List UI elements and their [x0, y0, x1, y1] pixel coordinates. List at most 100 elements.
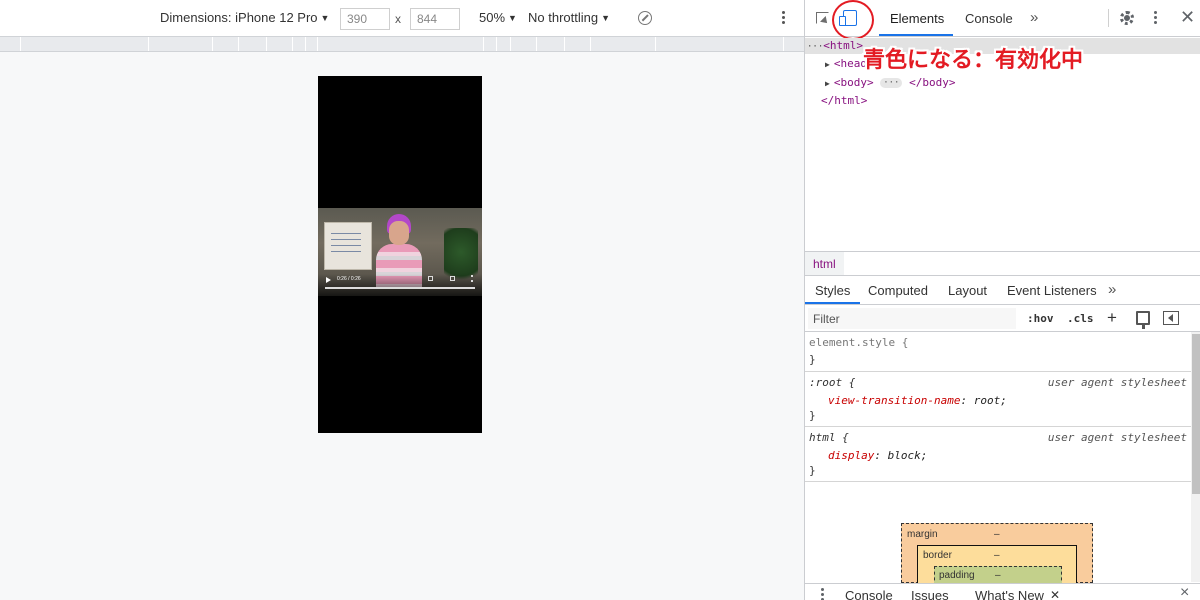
dimensions-label: Dimensions: iPhone 12 Pro — [160, 10, 318, 25]
rule-close-brace: } — [809, 464, 816, 477]
fullscreen-icon[interactable] — [450, 276, 455, 281]
rule-source: user agent stylesheet — [1047, 376, 1187, 389]
throttling-label: No throttling — [528, 10, 599, 25]
tab-layout[interactable]: Layout — [948, 283, 987, 298]
browser-window: Dimensions: iPhone 12 Pro ▼ 390 x 844 50%… — [0, 0, 1200, 600]
node-dots: ··· — [807, 42, 824, 52]
styles-subtabs: Styles Computed Layout Event Listeners » — [805, 277, 1200, 305]
video-controls: 0:26 / 0:26 — [318, 274, 482, 296]
rule-close-brace: } — [809, 409, 816, 422]
drawer-tab-whats-new[interactable]: What's New — [975, 588, 1044, 600]
html-open-tag: <html> — [823, 39, 864, 52]
rule-source: user agent stylesheet — [1047, 431, 1187, 444]
dom-node-html-close[interactable]: </html> — [821, 94, 867, 107]
border-label: border — [923, 550, 952, 561]
paint-brush-icon[interactable] — [1136, 311, 1150, 329]
close-icon[interactable]: ✕ — [1180, 7, 1195, 28]
rule-element-style[interactable]: element.style { } — [805, 332, 1191, 372]
html-close-tag: </html> — [821, 94, 868, 107]
toggle-sidebar-icon[interactable] — [1163, 311, 1179, 325]
volume-icon[interactable] — [428, 276, 433, 281]
body-open-tag: <body> — [833, 76, 874, 89]
drawer-menu-icon[interactable] — [821, 588, 825, 600]
expand-triangle-icon[interactable]: ▶ — [825, 79, 830, 88]
drawer-close-icon[interactable]: × — [1180, 584, 1189, 600]
breadcrumb-html[interactable]: html — [805, 252, 844, 275]
throttling-dropdown[interactable]: No throttling ▼ — [528, 10, 610, 25]
width-input[interactable]: 390 — [340, 8, 390, 30]
tab-event-listeners[interactable]: Event Listeners — [1007, 283, 1097, 298]
property-name: view-transition-name — [828, 394, 961, 407]
rule-root[interactable]: :root { user agent stylesheet view-trans… — [805, 372, 1191, 427]
margin-value[interactable]: – — [994, 529, 1000, 540]
more-tabs-icon[interactable]: » — [1108, 281, 1116, 298]
annotation-text: 青色になる：有効化中 — [863, 48, 1084, 73]
padding-value[interactable]: – — [995, 570, 1001, 581]
property-value: root; — [973, 394, 1007, 407]
cls-button[interactable]: .cls — [1067, 312, 1094, 325]
property-value: block; — [887, 449, 928, 462]
dom-node-html[interactable]: ···<html> — [807, 39, 863, 52]
viewport-area: Dimensions: iPhone 12 Pro ▼ 390 x 844 50%… — [0, 0, 804, 600]
rotate-icon[interactable] — [638, 11, 652, 25]
times-label: x — [395, 12, 401, 26]
chevron-down-icon: ▼ — [601, 13, 611, 23]
box-model-margin[interactable]: margin – border – padding – — [901, 523, 1093, 586]
scrollbar-thumb[interactable] — [1192, 334, 1200, 494]
drawer-tabbar: Console Issues What's New ✕ × — [805, 583, 1200, 600]
chevron-down-icon: ▼ — [320, 13, 330, 23]
collapsed-content-pill[interactable]: ··· — [880, 78, 903, 88]
tab-active-indicator — [879, 34, 953, 36]
breadcrumb: html — [805, 251, 1200, 276]
dom-node-body[interactable]: ▶ <body> ··· </body> — [825, 76, 955, 89]
devtools-tabbar: Elements Console » ✕ — [805, 0, 1200, 40]
inspect-element-icon[interactable] — [816, 12, 829, 24]
drawer-tab-console[interactable]: Console — [845, 588, 893, 600]
rule-property[interactable]: view-transition-name: root; — [828, 394, 1007, 407]
device-toolbar: Dimensions: iPhone 12 Pro ▼ 390 x 844 50%… — [0, 0, 804, 36]
styles-scrollbar[interactable] — [1191, 332, 1200, 582]
rule-property[interactable]: display: block; — [828, 449, 927, 462]
filter-input[interactable] — [808, 308, 1016, 329]
close-icon[interactable]: ✕ — [1050, 588, 1060, 600]
property-name: display — [828, 449, 875, 462]
device-screen[interactable]: 0:26 / 0:26 — [318, 76, 482, 433]
rule-selector: element.style { — [809, 336, 909, 349]
more-tabs-icon[interactable]: » — [1030, 9, 1038, 26]
more-options-icon[interactable] — [1154, 11, 1160, 26]
media-query-ruler[interactable] — [0, 36, 804, 52]
video-player[interactable]: 0:26 / 0:26 — [318, 208, 482, 296]
padding-label: padding — [939, 570, 975, 581]
highlight-circle — [832, 0, 874, 40]
gear-icon[interactable] — [1120, 11, 1134, 25]
tab-elements[interactable]: Elements — [890, 11, 944, 26]
box-model-border[interactable]: border – padding – — [917, 545, 1077, 586]
tab-computed[interactable]: Computed — [868, 283, 928, 298]
margin-label: margin — [907, 529, 938, 540]
play-icon[interactable] — [326, 277, 331, 283]
zoom-label: 50% — [479, 10, 506, 25]
body-close-tag: </body> — [909, 76, 956, 89]
expand-triangle-icon[interactable]: ▶ — [825, 60, 830, 69]
video-menu-icon[interactable] — [471, 275, 473, 282]
rule-close-brace: } — [809, 353, 816, 366]
rule-selector: html { — [809, 431, 849, 444]
chevron-down-icon: ▼ — [508, 13, 517, 23]
zoom-dropdown[interactable]: 50% ▼ — [479, 10, 517, 25]
rule-html[interactable]: html { user agent stylesheet display: bl… — [805, 427, 1191, 482]
new-rule-plus-icon[interactable]: + — [1107, 308, 1117, 328]
tab-styles[interactable]: Styles — [815, 283, 850, 298]
tab-console[interactable]: Console — [965, 11, 1013, 26]
height-input[interactable]: 844 — [410, 8, 460, 30]
divider — [1108, 9, 1109, 27]
styles-filter-bar: :hov .cls + — [805, 306, 1200, 332]
rule-selector: :root { — [809, 376, 856, 389]
hov-button[interactable]: :hov — [1027, 312, 1054, 325]
video-time: 0:26 / 0:26 — [337, 276, 361, 282]
drawer-tab-issues[interactable]: Issues — [911, 588, 949, 600]
border-value[interactable]: – — [994, 550, 1000, 561]
video-progress-bar[interactable] — [325, 287, 475, 289]
whiteboard-image — [324, 222, 372, 270]
more-options-icon[interactable] — [778, 10, 788, 26]
dimensions-dropdown[interactable]: Dimensions: iPhone 12 Pro ▼ — [160, 10, 329, 25]
